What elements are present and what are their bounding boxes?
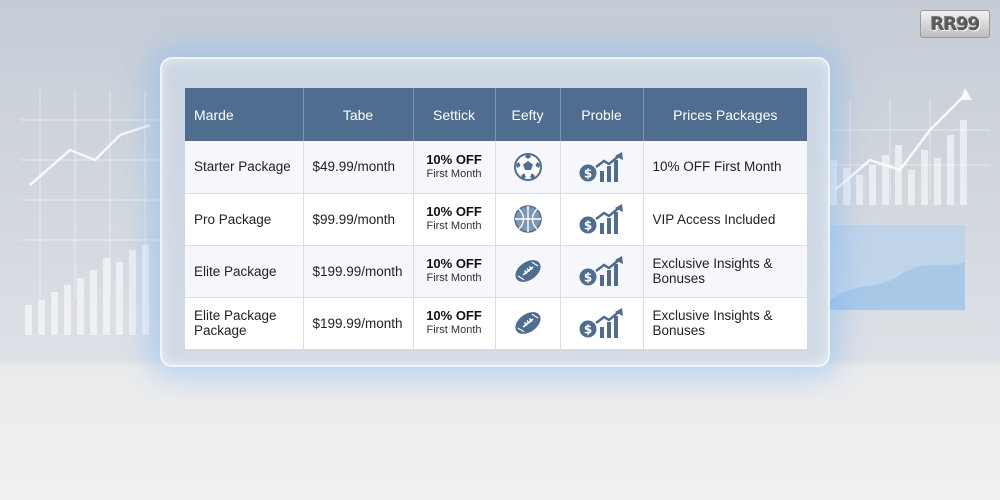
svg-text:$: $ [583,271,591,285]
offer-sub: First Month [426,272,482,284]
column-header[interactable]: Eefty [495,88,561,141]
offer-cell: 10% OFF First Month [413,141,496,194]
table-header-row: Marde Tabe Settick Eefty Proble Prices P… [185,88,807,141]
dollar-growth-chart-icon: $ [579,204,623,234]
pricing-table: Marde Tabe Settick Eefty Proble Prices P… [185,88,807,350]
offer-sub: First Month [426,220,482,232]
offer-cell: 10% OFF First Month [413,193,496,246]
offer-main: 10% OFF [426,308,482,323]
svg-text:$: $ [583,323,591,337]
svg-text:$: $ [583,166,591,180]
dollar-growth-chart-icon: $ [579,256,623,286]
column-header[interactable]: Proble [560,88,644,141]
table-row[interactable]: Starter Package $49.99/month 10% OFF Fir… [185,141,807,194]
offer-sub: First Month [426,324,482,336]
package-name: Pro Package [185,193,304,246]
table-row[interactable]: Elite Package $199.99/month 10% OFF Firs… [185,245,807,298]
package-benefit: Exclusive Insights & Bonuses [643,245,807,298]
table-row[interactable]: Pro Package $99.99/month 10% OFF First M… [185,193,807,246]
offer-main: 10% OFF [426,256,482,271]
package-benefit: 10% OFF First Month [643,141,807,194]
rr99-logo: RR99 [920,10,990,38]
column-header[interactable]: Tabe [303,88,414,141]
column-header[interactable]: Marde [185,88,304,141]
package-benefit: VIP Access Included [643,193,807,246]
svg-text:$: $ [583,219,591,233]
package-benefit: Exclusive Insights & Bonuses [643,297,807,350]
package-price: $49.99/month [303,141,414,194]
offer-cell: 10% OFF First Month [413,297,496,350]
column-header[interactable]: Prices Packages [643,88,807,141]
offer-cell: 10% OFF First Month [413,245,496,298]
american-football-icon [514,312,541,334]
package-name: Elite Package [185,245,304,298]
soccer-ball-icon [513,152,542,181]
dollar-growth-chart-icon: $ [579,151,623,182]
package-price: $99.99/month [303,193,414,246]
offer-sub: First Month [426,167,482,180]
american-football-icon [514,260,541,282]
package-price: $199.99/month [303,297,414,350]
column-header[interactable]: Settick [413,88,496,141]
pricing-panel: Marde Tabe Settick Eefty Proble Prices P… [160,57,830,367]
offer-main: 10% OFF [426,151,482,167]
package-name: Elite Package Package [185,297,304,350]
package-price: $199.99/month [303,245,414,298]
offer-main: 10% OFF [426,204,482,219]
basketball-icon [513,205,542,233]
package-name: Starter Package [185,141,304,194]
table-row[interactable]: Elite Package Package $199.99/month 10% … [185,297,807,350]
dollar-growth-chart-icon: $ [579,308,623,338]
